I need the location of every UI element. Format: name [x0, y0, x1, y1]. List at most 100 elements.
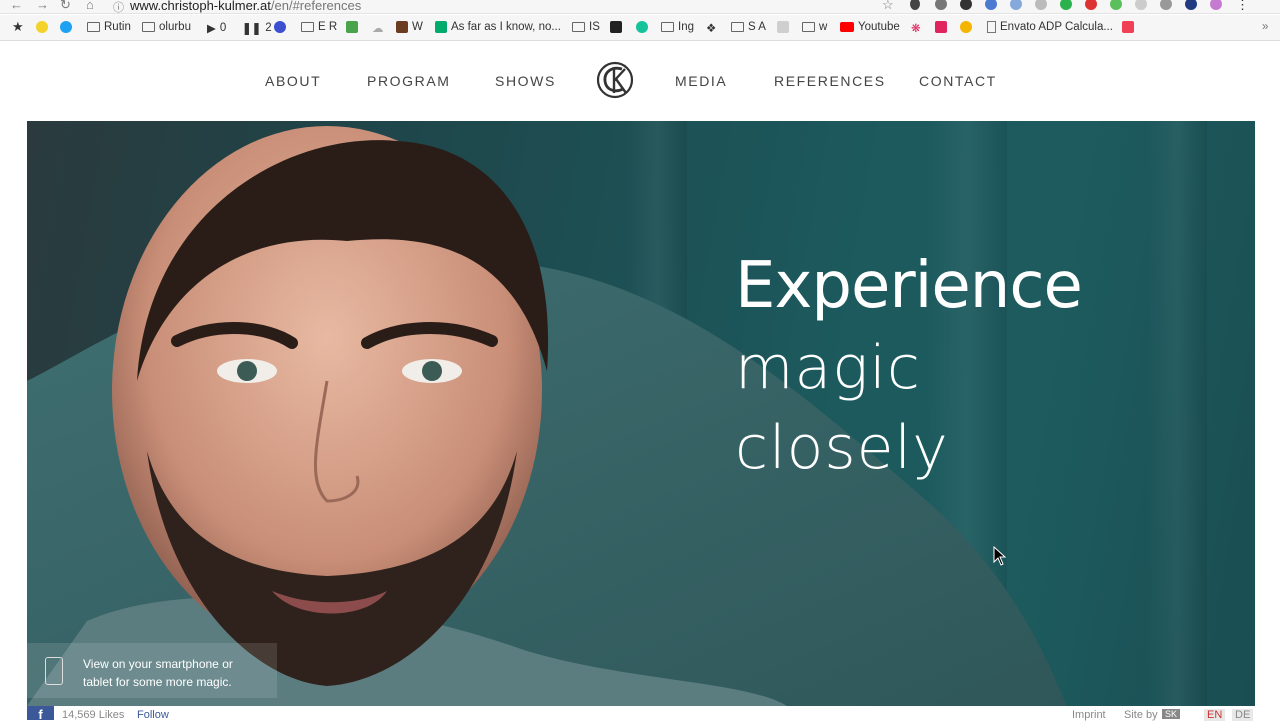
extension-icon[interactable]: [1035, 0, 1047, 10]
bookmark-item[interactable]: ▶ 0: [207, 21, 226, 35]
mobile-promo-line1: View on your smartphone or: [83, 657, 233, 671]
bookmark-label: Rutin: [104, 21, 131, 33]
extension-icon[interactable]: [1210, 0, 1222, 10]
extension-icon[interactable]: [1185, 0, 1197, 10]
folder-icon: [572, 22, 585, 32]
nav-program[interactable]: PROGRAM: [367, 73, 451, 89]
smartphone-icon: [45, 657, 63, 685]
folder-icon: [87, 22, 100, 32]
reload-icon[interactable]: ↻: [60, 0, 71, 13]
cloud-icon[interactable]: ☁: [372, 21, 384, 35]
url-path: /en/#references: [270, 0, 362, 13]
youtube-icon: [840, 22, 854, 32]
info-icon[interactable]: ⓘ: [113, 0, 124, 15]
facebook-follow-link[interactable]: Follow: [137, 709, 169, 721]
language-en[interactable]: EN: [1204, 709, 1226, 721]
extension-icon[interactable]: [985, 0, 997, 10]
facebook-likes: 14,569 Likes: [62, 709, 125, 721]
nav-shows[interactable]: SHOWS: [495, 73, 556, 89]
bookmark-favicon[interactable]: [36, 21, 48, 33]
facebook-icon[interactable]: f: [27, 706, 54, 722]
back-arrow-icon[interactable]: ←: [10, 0, 23, 12]
hero-headline-line3: closely: [735, 413, 949, 483]
bookmark-folder[interactable]: E R: [301, 21, 337, 33]
folder-icon: [142, 22, 155, 32]
bookmark-item[interactable]: Youtube: [840, 21, 900, 33]
forward-arrow-icon[interactable]: →: [36, 0, 49, 12]
codepen-icon[interactable]: ❖: [706, 21, 716, 35]
folder-icon: [731, 22, 744, 32]
bookmark-favicon[interactable]: [274, 21, 286, 33]
bookmark-folder[interactable]: S A: [731, 21, 766, 33]
home-icon[interactable]: ⌂: [86, 0, 94, 12]
site-by-badge[interactable]: SK: [1162, 709, 1181, 719]
bookmark-favicon[interactable]: [935, 21, 947, 33]
opera-extension-icon[interactable]: [1085, 0, 1097, 10]
page-icon: [987, 21, 996, 33]
bookmark-item[interactable]: Envato ADP Calcula...: [987, 21, 1113, 33]
bookmark-label: W: [412, 21, 423, 33]
bookmark-folder[interactable]: w: [802, 21, 827, 33]
extension-icon[interactable]: [1010, 0, 1022, 10]
bookmark-item[interactable]: W: [396, 21, 423, 33]
ck-logo-icon[interactable]: [595, 60, 635, 100]
bookmark-star-icon[interactable]: ☆: [882, 0, 894, 13]
extension-icon[interactable]: [960, 0, 972, 10]
portrait-photo: [27, 126, 1067, 706]
bookmark-item[interactable]: ❚❚ 2: [242, 21, 272, 35]
mobile-promo-text: View on your smartphone or tablet for so…: [83, 655, 233, 691]
menu-icon[interactable]: ⋮: [1236, 0, 1249, 13]
nav-media[interactable]: MEDIA: [675, 73, 727, 89]
hero-banner: Experience magic closely: [27, 121, 1255, 706]
bookmark-label: Envato ADP Calcula...: [1000, 21, 1113, 33]
bookmark-label: 2: [265, 22, 272, 34]
mobile-promo-line2: tablet for some more magic.: [83, 675, 232, 689]
footer-bar: f 14,569 Likes Follow Imprint Site by SK…: [0, 706, 1280, 722]
bookmark-star-icon[interactable]: ★: [12, 19, 24, 35]
nav-contact[interactable]: CONTACT: [919, 73, 997, 89]
extension-icon[interactable]: [1110, 0, 1122, 10]
pocket-extension-icon[interactable]: [935, 0, 947, 10]
imprint-link[interactable]: Imprint: [1072, 709, 1106, 721]
bookmark-favicon[interactable]: [960, 21, 972, 33]
url-host: www.christoph-kulmer.at: [130, 0, 271, 13]
bookmark-label: E R: [318, 21, 338, 33]
play-icon: ▶: [207, 23, 216, 35]
nav-references[interactable]: REFERENCES: [774, 73, 886, 89]
bookmark-label: Ing: [678, 21, 694, 33]
bookmark-favicon[interactable]: [777, 21, 789, 33]
hero-headline-line1: Experience: [735, 249, 1083, 323]
extension-icon[interactable]: [910, 0, 920, 10]
slack-icon[interactable]: ❋: [911, 21, 921, 35]
folder-icon: [661, 22, 674, 32]
folder-icon: [301, 22, 314, 32]
folder-icon: [802, 22, 815, 32]
mouse-cursor-icon: [993, 546, 1007, 566]
bookmark-folder[interactable]: IS: [572, 21, 600, 33]
more-bookmarks-icon[interactable]: »: [1262, 21, 1268, 33]
mobile-promo-box: View on your smartphone or tablet for so…: [27, 643, 277, 698]
bookmark-folder[interactable]: Ing: [661, 21, 694, 33]
hero-headline-line2: magic: [735, 333, 921, 403]
grammarly-extension-icon[interactable]: [1060, 0, 1072, 10]
bookmark-label: w: [819, 21, 828, 33]
bookmark-label: S A: [748, 21, 766, 33]
bookmark-folder[interactable]: olurbu: [142, 21, 191, 33]
grammarly-icon[interactable]: [636, 21, 648, 33]
bookmark-label: IS: [589, 21, 600, 33]
twitter-icon[interactable]: [60, 21, 72, 33]
extension-icon[interactable]: [1135, 0, 1147, 10]
bookmark-favicon[interactable]: [346, 21, 358, 33]
bookmark-favicon[interactable]: [610, 21, 622, 33]
bookmark-folder[interactable]: Rutin: [87, 21, 131, 33]
site-by-label: Site by: [1124, 709, 1158, 721]
bookmarks-bar: ★ Rutin olurbu ▶ 0 ❚❚ 2 E R ☁ W As far as …: [0, 15, 1280, 41]
browser-url-bar: ← → ↻ ⌂ ⓘ www.christoph-kulmer.at/en/#re…: [0, 0, 1280, 14]
bookmark-item[interactable]: As far as I know, no...: [435, 21, 561, 33]
pocket-icon[interactable]: [1122, 21, 1134, 33]
extension-icon[interactable]: [1160, 0, 1172, 10]
address-field[interactable]: www.christoph-kulmer.at/en/#references: [130, 0, 361, 13]
nav-about[interactable]: ABOUT: [265, 73, 321, 89]
pause-icon: ❚❚: [242, 23, 262, 35]
language-de[interactable]: DE: [1232, 709, 1254, 721]
